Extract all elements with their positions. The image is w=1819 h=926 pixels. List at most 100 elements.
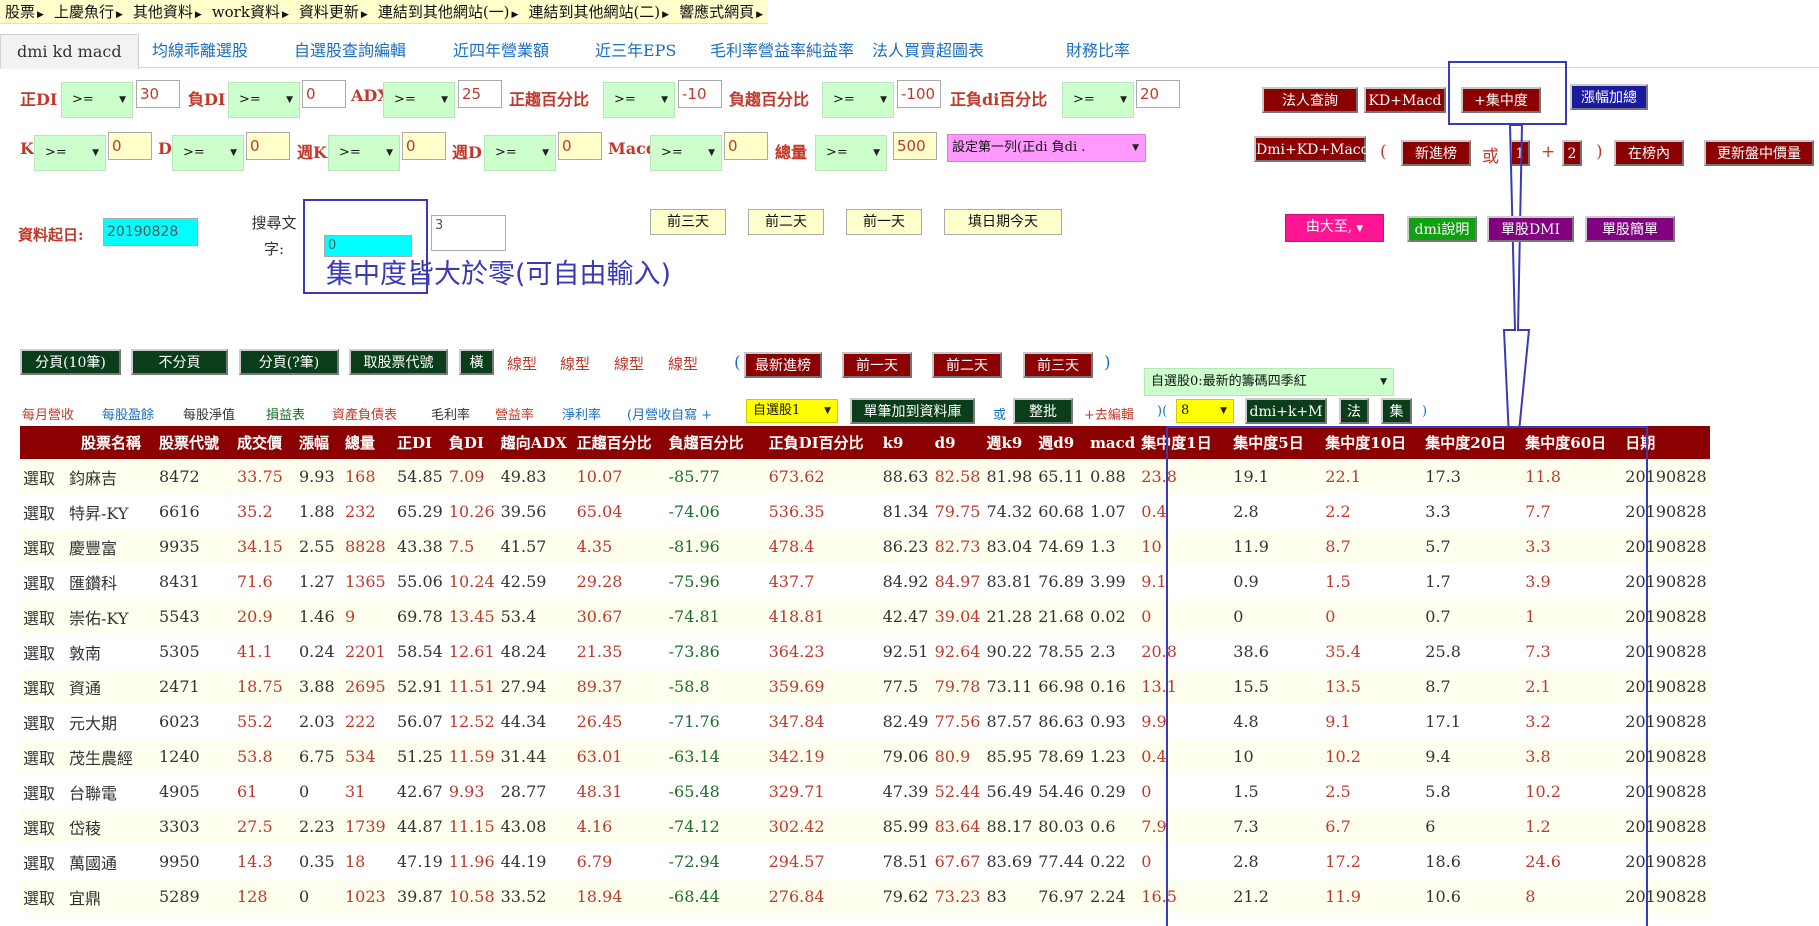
rise-sum-button[interactable]: 漲幅加總 <box>1570 84 1648 110</box>
tab-ma-deviation[interactable]: 均線乖離選股 <box>152 34 248 68</box>
select-cell[interactable]: 選取 <box>20 494 66 529</box>
column-header[interactable]: 正DI <box>394 426 446 459</box>
op-select-d[interactable]: >= ▼ <box>172 135 244 171</box>
dmi-k-m-button[interactable]: dmi+k+M <box>1245 398 1327 424</box>
op-select-volume[interactable]: >= ▼ <box>815 135 887 171</box>
nav-fish[interactable]: 上慶魚行 ▶ <box>49 0 128 24</box>
column-header[interactable]: 股票代號 <box>156 426 234 459</box>
input-macd[interactable]: 0 <box>724 132 768 160</box>
link-bvps[interactable]: 每股淨值 <box>183 404 235 423</box>
kd-macd-button[interactable]: KD+Macd <box>1364 87 1446 113</box>
prev-3-days-button[interactable]: 前三天 <box>650 209 726 235</box>
input-week-k[interactable]: 0 <box>402 132 446 160</box>
op-select-pos-trend[interactable]: >= ▼ <box>603 82 675 118</box>
favorite1-select[interactable]: 自選股1 ▼ <box>746 399 838 423</box>
nav-responsive[interactable]: 響應式網頁 ▶ <box>674 0 768 24</box>
input-d[interactable]: 0 <box>246 132 290 160</box>
prev-2-days-button[interactable]: 前二天 <box>748 209 824 235</box>
link-net-margin[interactable]: 淨利率 <box>562 404 601 423</box>
prev-2-day-list-button[interactable]: 前二天 <box>932 352 1002 378</box>
column-header[interactable]: 總量 <box>342 426 394 459</box>
prev-day-list-button[interactable]: 前一天 <box>842 352 912 378</box>
horizontal-button[interactable]: 橫 <box>459 349 494 375</box>
link-op-margin[interactable]: 營益率 <box>495 404 534 423</box>
favorite-list-select[interactable]: 自選股0:最新的籌碼四季紅 ▼ <box>1144 368 1394 396</box>
nav-data-update[interactable]: 資料更新 ▶ <box>294 0 373 24</box>
nav-stocks[interactable]: 股票 ▶ <box>0 0 49 24</box>
select-cell[interactable]: 選取 <box>20 599 66 634</box>
column-header[interactable]: 漲幅 <box>296 426 342 459</box>
column-header[interactable]: k9 <box>879 426 932 459</box>
n2-button[interactable]: 2 <box>1562 140 1582 166</box>
input-pn-di[interactable]: 20 <box>1136 80 1180 108</box>
select-cell[interactable]: 選取 <box>20 774 66 809</box>
single-simple-button[interactable]: 單股簡單 <box>1585 216 1675 242</box>
link-income-statement[interactable]: 損益表 <box>266 404 305 423</box>
column-header[interactable]: 股票名稱 <box>66 426 156 459</box>
nav-links-2[interactable]: 連結到其他網站(二) ▶ <box>523 0 674 24</box>
input-volume[interactable]: 500 <box>893 132 937 160</box>
line-type-link-2[interactable]: 線型 <box>560 353 590 374</box>
input-pdi[interactable]: 30 <box>136 80 180 108</box>
line-type-link-3[interactable]: 線型 <box>614 353 644 374</box>
column-header[interactable]: d9 <box>931 426 984 459</box>
single-dmi-button[interactable]: 單股DMI <box>1487 216 1574 242</box>
tab-watchlist-edit[interactable]: 自選股查詢編輯 <box>294 34 406 68</box>
add-to-db-button[interactable]: 單筆加到資料庫 <box>850 398 975 424</box>
in-list-button[interactable]: 在榜內 <box>1614 140 1684 166</box>
input-ndi[interactable]: 0 <box>302 80 346 108</box>
input-week-d[interactable]: 0 <box>558 132 602 160</box>
line-type-link-1[interactable]: 線型 <box>507 353 537 374</box>
inst-short-button[interactable]: 法 <box>1339 398 1369 424</box>
tab-dmi-kd-macd[interactable]: dmi kd macd <box>0 34 139 69</box>
page-10-button[interactable]: 分頁(10筆) <box>20 349 121 375</box>
link-balance-sheet[interactable]: 資產負債表 <box>332 404 397 423</box>
tab-inst-chart[interactable]: 法人買賣超圖表 <box>872 34 984 68</box>
select-cell[interactable]: 選取 <box>20 459 66 494</box>
column-header[interactable]: 負DI <box>445 426 498 459</box>
link-eps[interactable]: 每股盈餘 <box>102 404 154 423</box>
nav-other-data[interactable]: 其他資料 ▶ <box>128 0 207 24</box>
batch-button[interactable]: 整批 <box>1013 398 1073 424</box>
start-date-input[interactable]: 20190828 <box>103 218 198 246</box>
link-gross-margin[interactable]: 毛利率 <box>431 404 470 423</box>
sort-field-select[interactable]: 設定第一列(正di 負di . ▼ <box>947 134 1146 162</box>
input-neg-trend[interactable]: -100 <box>897 80 941 108</box>
input-k[interactable]: 0 <box>108 132 152 160</box>
select-cell[interactable]: 選取 <box>20 529 66 564</box>
op-select-week-k[interactable]: >= ▼ <box>328 135 400 171</box>
search-textarea[interactable]: 3 <box>431 215 506 251</box>
column-header[interactable]: 正趨百分比 <box>573 426 666 459</box>
column-header[interactable]: 正負DI百分比 <box>765 426 880 459</box>
input-pos-trend[interactable]: -10 <box>678 80 722 108</box>
tab-fin-ratio[interactable]: 財務比率 <box>1066 34 1130 68</box>
tab-revenue-4y[interactable]: 近四年營業額 <box>453 34 549 68</box>
new-entry-button[interactable]: 新進榜 <box>1401 140 1471 166</box>
input-adx[interactable]: 25 <box>458 80 502 108</box>
op-select-pdi[interactable]: >= ▼ <box>61 82 133 118</box>
op-select-neg-trend[interactable]: >= ▼ <box>822 82 894 118</box>
no-paging-button[interactable]: 不分頁 <box>131 349 228 375</box>
op-select-adx[interactable]: >= ▼ <box>383 82 455 118</box>
column-header[interactable]: 週k9 <box>983 426 1036 459</box>
inst-query-button[interactable]: 法人查詢 <box>1262 87 1358 113</box>
line-type-link-4[interactable]: 線型 <box>668 353 698 374</box>
get-stock-code-button[interactable]: 取股票代號 <box>349 349 448 375</box>
nav-links-1[interactable]: 連結到其他網站(一) ▶ <box>373 0 524 24</box>
select-cell[interactable]: 選取 <box>20 879 66 914</box>
page-n-button[interactable]: 分頁(?筆) <box>239 349 339 375</box>
go-edit-link[interactable]: +去編輯 <box>1084 404 1134 423</box>
select-cell[interactable]: 選取 <box>20 634 66 669</box>
nav-work-data[interactable]: work資料 ▶ <box>207 0 294 24</box>
column-header[interactable]: 成交價 <box>234 426 296 459</box>
column-header[interactable] <box>20 426 66 459</box>
column-header[interactable]: 週d9 <box>1035 426 1088 459</box>
fill-today-button[interactable]: 填日期今天 <box>944 209 1062 235</box>
op-select-macd[interactable]: >= ▼ <box>650 135 722 171</box>
tab-eps-3y[interactable]: 近三年EPS <box>595 34 676 68</box>
select-cell[interactable]: 選取 <box>20 809 66 844</box>
select-cell[interactable]: 選取 <box>20 564 66 599</box>
sort-order-select[interactable]: 由大至, ▼ <box>1285 214 1384 242</box>
select-cell[interactable]: 選取 <box>20 669 66 704</box>
select-cell[interactable]: 選取 <box>20 704 66 739</box>
